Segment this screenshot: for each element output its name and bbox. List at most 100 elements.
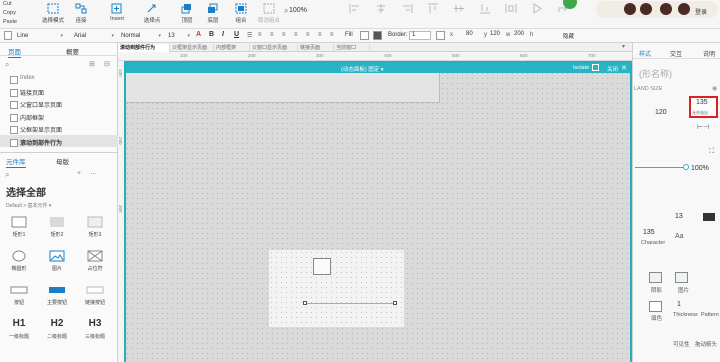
page-item[interactable]: 链接页面 — [9, 88, 44, 97]
widget-primary-button[interactable]: 主要按钮 — [42, 284, 72, 306]
ungroup-button[interactable]: 取消组合 — [252, 3, 286, 27]
height-input[interactable] — [538, 31, 558, 40]
font-size-dropdown[interactable]: 13 ▾ — [168, 31, 190, 41]
tab-document[interactable]: 滚动到部件行为 — [118, 44, 170, 52]
opacity-slider-handle[interactable] — [683, 164, 689, 170]
page-item-selected[interactable]: 滚动到部件行为 — [9, 138, 62, 147]
align-text-center-icon[interactable]: ≡ — [270, 32, 274, 38]
widget-name-input[interactable]: (形名称) — [639, 67, 672, 80]
cut-button[interactable]: Cut — [3, 1, 12, 7]
y-value[interactable]: 120 — [655, 109, 667, 116]
widget-ellipse[interactable]: 椭圆形 — [4, 250, 34, 272]
widget-rectangle-shadow[interactable]: 矩形3 — [80, 216, 110, 238]
border-width-input[interactable]: 1 — [409, 31, 431, 40]
visibility-icon[interactable]: ◉ — [712, 85, 717, 92]
valign-bottom-icon[interactable]: ≡ — [330, 32, 334, 38]
thickness-value[interactable]: 1 — [677, 301, 681, 308]
font-weight-dropdown[interactable]: Normal ▾ — [121, 31, 161, 41]
zoom-level[interactable]: 100% — [289, 7, 307, 14]
align-text-left-icon[interactable]: ≡ — [258, 32, 262, 38]
visibility-label: 可见性 — [673, 342, 690, 348]
tab-masters[interactable]: 母版 — [56, 156, 69, 166]
ruler-tick-label: 100 — [118, 69, 123, 77]
search-icon[interactable]: ⌕ — [5, 60, 9, 70]
tab-pages[interactable]: 页面 — [8, 46, 21, 58]
connect-button[interactable]: 连接 — [64, 3, 98, 27]
widget-rectangle[interactable]: 矩形1 — [4, 216, 34, 238]
insert-button[interactable]: Insert — [100, 3, 134, 27]
italic-icon[interactable]: I — [222, 31, 224, 38]
fit-content-icon[interactable]: ⛶ — [709, 148, 714, 156]
align-text-right-icon[interactable]: ≡ — [282, 32, 286, 38]
tab-document[interactable]: 父窗口显示页面 — [250, 44, 298, 52]
font-color-icon[interactable]: A — [196, 31, 201, 38]
library-search-icon[interactable]: ⌕ — [5, 170, 9, 180]
login-link[interactable]: 登录 — [695, 7, 707, 16]
close-panel-button[interactable]: 关闭 — [607, 65, 618, 73]
tabs-overflow-icon[interactable]: ▾ — [622, 43, 625, 50]
tab-notes[interactable]: 说明 — [703, 49, 715, 58]
copy-button[interactable]: Copy — [3, 10, 16, 16]
widget-rectangle-grey[interactable]: 矩形2 — [42, 216, 72, 238]
opacity-value[interactable]: 100% — [691, 165, 709, 172]
paste-button[interactable]: Paste — [3, 19, 17, 25]
tab-document[interactable]: 内部框架 — [214, 44, 250, 52]
snap-button[interactable]: 选择点 — [135, 3, 169, 27]
library-select-dropdown[interactable]: 选择全部 — [6, 184, 46, 199]
image-swatch[interactable] — [675, 272, 688, 283]
font-size-value[interactable]: 13 — [675, 213, 683, 220]
close-icon[interactable]: ✕ — [621, 64, 627, 72]
library-options-icon[interactable]: ⋯ — [90, 170, 97, 178]
isolate-button[interactable]: Isolate — [573, 65, 589, 71]
widget-placeholder[interactable]: 占位符 — [80, 250, 110, 272]
font-color-swatch[interactable] — [703, 213, 715, 221]
shadow-swatch[interactable] — [649, 272, 662, 283]
fill-swatch[interactable] — [649, 301, 662, 312]
tab-library[interactable]: 元件库 — [6, 156, 26, 168]
valign-middle-icon[interactable]: ≡ — [318, 32, 322, 38]
widget-h1[interactable]: H1 一级标题 — [4, 318, 34, 340]
h3-icon: H3 — [88, 318, 102, 329]
bold-icon[interactable]: B — [209, 31, 214, 38]
tab-style[interactable]: 样式 — [639, 49, 651, 58]
widget-image[interactable]: 图片 — [42, 250, 72, 272]
fill-color-swatch[interactable] — [360, 31, 369, 40]
page-item[interactable]: 内部框架 — [9, 113, 44, 122]
panel-state-dropdown[interactable]: (动态面板) 固定 ▾ — [341, 65, 383, 73]
hidden-toggle[interactable]: 隐藏 — [563, 32, 574, 40]
tab-interactions[interactable]: 交互 — [670, 49, 682, 58]
widget-h2[interactable]: H2 二级标题 — [42, 318, 72, 340]
page-item[interactable]: 父框架显示页面 — [9, 125, 62, 134]
opacity-slider-track[interactable] — [635, 167, 685, 168]
tab-document[interactable]: 当前窗口 — [334, 44, 370, 52]
pattern-label: Pattern — [701, 312, 719, 318]
add-page-icon[interactable]: ⊞ — [89, 60, 95, 68]
fill-pattern-swatch[interactable] — [373, 31, 382, 40]
ruler-tick-label: 400 — [384, 53, 392, 58]
widget-h3[interactable]: H3 三级标题 — [80, 318, 110, 340]
add-library-icon[interactable]: + — [77, 170, 81, 177]
underline-icon[interactable]: U — [234, 31, 239, 38]
tab-document[interactable]: 链接页面 — [298, 44, 334, 52]
align-text-justify-icon[interactable]: ≡ — [294, 32, 298, 38]
main-toolbar: Cut Copy Paste 选择模式 连接 Insert 选择点 顶层 底层 … — [0, 0, 720, 29]
widget-button[interactable]: 按钮 — [4, 284, 34, 306]
page-item[interactable]: Index — [10, 75, 35, 84]
lock-ratio-icon[interactable]: ⊢⊣ — [697, 123, 709, 131]
widget-label: 二级标题 — [46, 334, 67, 340]
line-style-dropdown[interactable]: Line ▾ — [17, 31, 63, 41]
char-spacing-value[interactable]: 135 — [643, 229, 655, 236]
page-item[interactable]: 父窗口显示页面 — [9, 100, 62, 109]
library-subcategory[interactable]: Default > 基本元件 ▾ — [6, 202, 51, 209]
widget-link-button[interactable]: 链接按钮 — [80, 284, 110, 306]
fill-label: 填色 — [651, 316, 663, 322]
text-style-icon[interactable]: Aa — [675, 233, 684, 240]
valign-top-icon[interactable]: ≡ — [306, 32, 310, 38]
x-position-input[interactable]: 80 — [465, 31, 485, 40]
border-color-swatch[interactable] — [436, 31, 445, 40]
width-field-highlight[interactable]: 135 允许溢出 — [689, 96, 718, 118]
bullet-list-icon[interactable]: ☰ — [247, 32, 252, 39]
tab-document[interactable]: 父框架显示页面 — [170, 44, 214, 52]
add-folder-icon[interactable]: ⊟ — [104, 60, 110, 68]
font-family-dropdown[interactable]: Arial ▾ — [74, 31, 114, 41]
